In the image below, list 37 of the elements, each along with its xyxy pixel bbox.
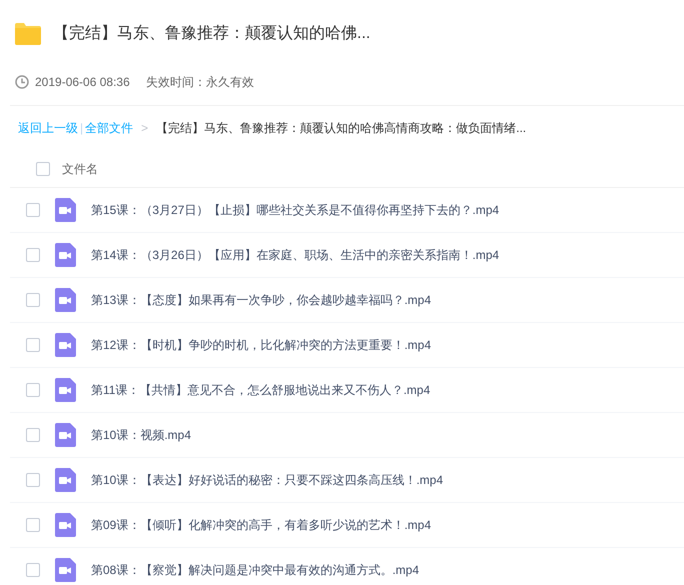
file-name[interactable]: 第08课：【察觉】解决问题是冲突中最有效的沟通方式。.mp4 [91, 561, 420, 579]
file-name[interactable]: 第15课：（3月27日）【止损】哪些社交关系是不值得你再坚持下去的？.mp4 [91, 201, 500, 219]
file-name[interactable]: 第10课：【表达】好好说话的秘密：只要不踩这四条高压线！.mp4 [91, 471, 444, 489]
file-checkbox[interactable] [26, 248, 40, 262]
file-checkbox[interactable] [26, 383, 40, 397]
file-name[interactable]: 第12课：【时机】争吵的时机，比化解冲突的方法更重要！.mp4 [91, 336, 432, 354]
current-folder: 【完结】马东、鲁豫推荐：颠覆认知的哈佛高情商攻略：做负面情绪... [156, 120, 526, 137]
video-file-icon [55, 513, 76, 537]
separator: | [80, 120, 84, 137]
video-file-icon [55, 558, 76, 582]
file-checkbox[interactable] [26, 518, 40, 532]
column-header: 文件名 [62, 160, 98, 178]
breadcrumb-arrow: > [141, 120, 148, 137]
file-name[interactable]: 第10课：视频.mp4 [91, 426, 192, 444]
video-file-icon [55, 333, 76, 357]
select-all-checkbox[interactable] [36, 162, 50, 176]
share-date: 2019-06-06 08:36 [35, 74, 130, 91]
file-checkbox[interactable] [26, 473, 40, 487]
video-file-icon [55, 198, 76, 222]
file-checkbox[interactable] [26, 338, 40, 352]
file-name[interactable]: 第09课：【倾听】化解冲突的高手，有着多听少说的艺术！.mp4 [91, 516, 432, 534]
video-file-icon [55, 423, 76, 447]
video-file-icon [55, 243, 76, 267]
video-file-icon [55, 288, 76, 312]
file-checkbox[interactable] [26, 563, 40, 577]
video-file-icon [55, 468, 76, 492]
file-checkbox[interactable] [26, 293, 40, 307]
file-name[interactable]: 第14课：（3月26日）【应用】在家庭、职场、生活中的亲密关系指南！.mp4 [91, 246, 500, 264]
clock-icon [15, 75, 29, 89]
file-checkbox[interactable] [26, 428, 40, 442]
file-checkbox[interactable] [26, 203, 40, 217]
expiry-time: 失效时间：永久有效 [146, 74, 254, 91]
file-name[interactable]: 第13课：【态度】如果再有一次争吵，你会越吵越幸福吗？.mp4 [91, 291, 432, 309]
folder-icon [15, 23, 41, 45]
file-name[interactable]: 第11课：【共情】意见不合，怎么舒服地说出来又不伤人？.mp4 [91, 381, 430, 399]
folder-title: 【完结】马东、鲁豫推荐：颠覆认知的哈佛... [53, 24, 370, 44]
video-file-icon [55, 378, 76, 402]
